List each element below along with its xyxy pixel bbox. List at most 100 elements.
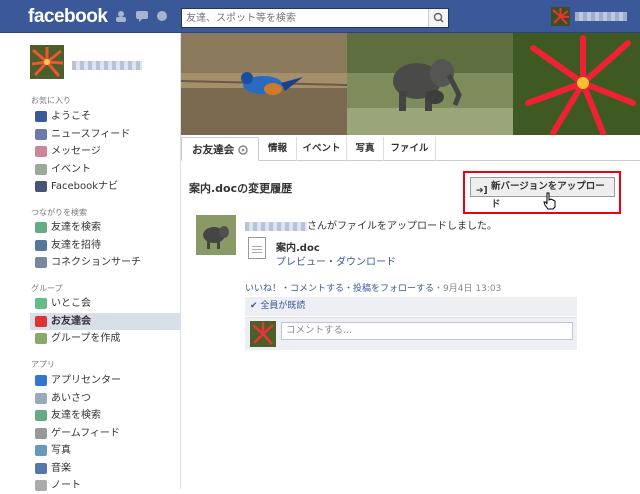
user-name-blurred[interactable]: [575, 12, 627, 21]
sidebar-item-label: 友達を検索: [51, 222, 101, 233]
sidebar-item-label: ノート: [51, 480, 81, 491]
poster-name-blurred[interactable]: [245, 221, 307, 231]
sidebar-item-label: 音楽: [51, 462, 71, 474]
sidebar-item-label: アプリセンター: [51, 375, 121, 386]
sidebar-item-label: お友達会: [51, 315, 91, 327]
games-icon: [35, 427, 47, 439]
invite-icon: [35, 239, 47, 251]
sidebar-item-label: ゲームフィード: [51, 427, 120, 439]
left-sidebar: お気に入り ようこそ ニュースフィード メッセージ イベント Facebookナビ つながり…: [0, 33, 181, 491]
sidebar-item[interactable]: 友達を検索: [30, 219, 181, 236]
friend-requests-icon[interactable]: [114, 10, 128, 22]
flower-thumbnail-icon: [250, 321, 276, 347]
post-text: さんがファイルをアップロードしました。: [307, 221, 497, 232]
post-header: さんがファイルをアップロードしました。: [245, 217, 497, 232]
seen-by-all: ✔ 全員が既読: [245, 297, 577, 316]
sidebar-item[interactable]: 写真: [30, 442, 181, 459]
action-links[interactable]: いいね！・コメントする・投稿をフォローする: [245, 284, 434, 294]
search-box[interactable]: [181, 8, 449, 28]
welcome-icon: [35, 111, 47, 122]
sidebar-item[interactable]: あいさつ: [30, 390, 181, 407]
user-avatar[interactable]: [551, 7, 570, 26]
sidebar-item[interactable]: ようこそ: [30, 108, 181, 125]
notifications-icon[interactable]: [155, 10, 169, 22]
doc-history-title: 案内.docの変更履歴: [189, 182, 293, 195]
sidebar-item[interactable]: お友達会: [30, 312, 181, 330]
flower-thumbnail-icon: [551, 7, 570, 26]
sidebar-item[interactable]: いとこ会: [30, 295, 181, 312]
sidebar-item[interactable]: 友達を招待: [30, 237, 181, 254]
sidebar-item[interactable]: イベント: [30, 161, 181, 178]
sidebar-section-label: アプリ: [31, 360, 55, 369]
profile-name-blurred[interactable]: [72, 61, 142, 70]
tab-info[interactable]: 情報: [259, 137, 297, 161]
find-friends-icon: [35, 410, 47, 421]
sidebar-item[interactable]: ゲームフィード: [30, 425, 181, 442]
tab-files[interactable]: ファイル: [384, 137, 436, 161]
sidebar-item-label: 写真: [51, 445, 71, 456]
find-friends-icon: [35, 222, 47, 233]
seen-by-label[interactable]: 全員が既読: [260, 301, 305, 311]
sidebar-item[interactable]: グループを作成: [30, 330, 181, 347]
settings-gear-icon[interactable]: [238, 145, 248, 155]
sidebar-item[interactable]: メッセージ: [30, 143, 181, 160]
tab-photos[interactable]: 写真: [347, 137, 384, 161]
elephant-thumbnail-icon: [196, 215, 236, 255]
sidebar-item-label: コネクションサーチ: [51, 257, 141, 268]
messages-icon[interactable]: [135, 10, 149, 22]
sidebar-section-label: お気に入り: [31, 96, 71, 105]
sidebar-item[interactable]: ニュースフィード: [30, 126, 181, 143]
poke-icon: [35, 392, 47, 404]
group-icon: [35, 298, 47, 309]
create-group-icon: [35, 333, 47, 344]
comment-input[interactable]: コメントする...: [281, 322, 573, 340]
tab-label: お友達会: [192, 144, 235, 156]
sidebar-item-label: グループを作成: [51, 333, 121, 344]
sidebar-item-label: ニュースフィード: [51, 128, 131, 140]
upload-arrow-icon: ➔]: [476, 186, 488, 196]
tab-group-home[interactable]: お友達会: [181, 137, 259, 161]
messages-icon: [35, 146, 47, 157]
commenter-avatar: [250, 321, 276, 347]
news-feed-icon: [35, 128, 47, 140]
search-input[interactable]: [182, 9, 422, 27]
file-name[interactable]: 案内.doc: [276, 239, 320, 254]
preview-download-links[interactable]: プレビュー・ダウンロード: [276, 253, 396, 268]
sidebar-item-label: いとこ会: [51, 298, 91, 309]
flower-photo[interactable]: [513, 33, 640, 135]
magnifier-icon: [35, 257, 47, 268]
sidebar-item[interactable]: Facebookナビ: [30, 178, 181, 195]
sidebar-item-label: メッセージ: [51, 146, 101, 157]
search-button[interactable]: [428, 9, 448, 27]
check-icon: ✔: [250, 301, 258, 311]
elephant-photo[interactable]: [347, 33, 513, 135]
sidebar-item-label: ようこそ: [51, 111, 91, 122]
flower-thumbnail-icon: [30, 45, 64, 79]
notes-icon: [35, 480, 47, 491]
sidebar-item-label: イベント: [51, 163, 91, 175]
music-icon: [35, 462, 47, 474]
hand-cursor-icon: [543, 192, 556, 210]
tab-events[interactable]: イベント: [297, 137, 347, 161]
apple-icon: [35, 315, 47, 327]
sidebar-item[interactable]: 友達を検索: [30, 407, 181, 424]
sidebar-item[interactable]: コネクションサーチ: [30, 254, 181, 271]
sidebar-item-label: 友達を招待: [51, 239, 101, 251]
sidebar-item-label: あいさつ: [51, 392, 91, 404]
document-icon: [248, 237, 266, 259]
cover-photos: [181, 33, 640, 135]
bird-photo[interactable]: [181, 33, 347, 135]
facebook-logo[interactable]: facebook: [28, 6, 108, 28]
poster-avatar[interactable]: [196, 215, 236, 255]
sidebar-item-label: 友達を検索: [51, 410, 101, 421]
sidebar-item[interactable]: 音楽: [30, 460, 181, 477]
top-bar: facebook: [0, 0, 640, 33]
profile-picture[interactable]: [30, 45, 64, 79]
sidebar-item[interactable]: ノート: [30, 477, 181, 494]
post-timestamp[interactable]: ・9月4日 13:03: [434, 284, 501, 294]
app-center-icon: [35, 375, 47, 386]
sidebar-section-label: グループ: [31, 284, 63, 293]
sidebar-item-label: Facebookナビ: [51, 181, 118, 192]
sidebar-item[interactable]: アプリセンター: [30, 372, 181, 389]
navi-icon: [35, 181, 47, 192]
